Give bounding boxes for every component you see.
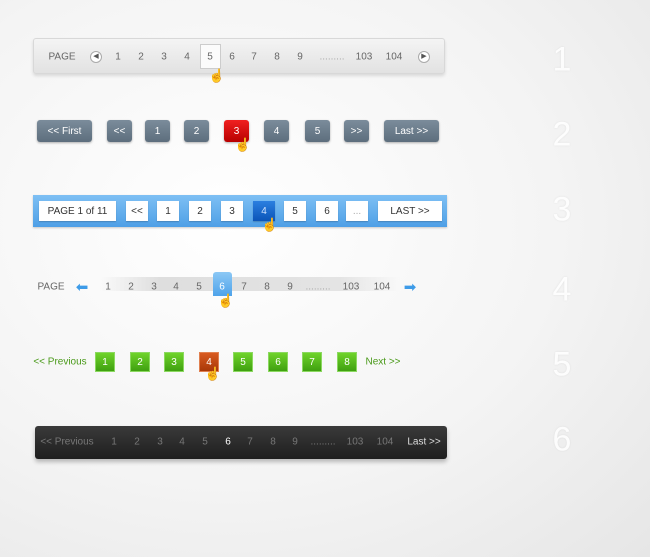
hand-cursor-icon: ☝	[204, 366, 222, 381]
page-link[interactable]: 8	[264, 282, 270, 293]
page-link[interactable]: 1	[115, 52, 121, 63]
page-link[interactable]: 2	[128, 282, 134, 293]
circle-left-arrow-icon[interactable]: ◀	[90, 51, 102, 63]
hand-cursor-icon: ☝	[261, 217, 279, 232]
blue-left-arrow-icon[interactable]: ⬅	[76, 278, 89, 296]
page-link[interactable]: .........	[319, 52, 344, 63]
page-link[interactable]: 9	[292, 437, 298, 448]
page-button[interactable]: 5	[233, 352, 253, 372]
page-button[interactable]: 6	[316, 201, 338, 221]
hand-cursor-icon: ☝	[208, 68, 226, 83]
circle-right-arrow-icon[interactable]: ▶	[418, 51, 430, 63]
page-link[interactable]: 2	[138, 52, 144, 63]
hand-cursor-icon: ☝	[234, 137, 252, 152]
style-number-label: 3	[552, 190, 572, 229]
page-link[interactable]: 5	[207, 52, 213, 63]
page-link[interactable]: 6	[219, 282, 225, 293]
page-link[interactable]: 3	[157, 437, 163, 448]
page-link[interactable]: 3	[161, 52, 167, 63]
page-button[interactable]: 2	[184, 120, 209, 142]
page-button[interactable]: Last >>	[384, 120, 439, 142]
page-link[interactable]: 9	[297, 52, 303, 63]
page-button[interactable]: 1	[157, 201, 179, 221]
page-link[interactable]: 104	[374, 282, 391, 293]
page-button[interactable]: 8	[337, 352, 357, 372]
page-button[interactable]: >>	[344, 120, 369, 142]
page-link[interactable]: 1	[105, 282, 111, 293]
page-link[interactable]: 5	[196, 282, 202, 293]
page-button[interactable]: 5	[284, 201, 306, 221]
page-link[interactable]: 104	[386, 52, 403, 63]
page-link[interactable]: 6	[229, 52, 235, 63]
page-link[interactable]: 7	[247, 437, 253, 448]
page-button[interactable]: 2	[189, 201, 211, 221]
page-link[interactable]: .........	[305, 282, 330, 293]
page-link[interactable]: 4	[184, 52, 190, 63]
page-link[interactable]: 2	[134, 437, 140, 448]
page-button[interactable]: << First	[37, 120, 92, 142]
page-link[interactable]: 104	[377, 437, 394, 448]
page-link[interactable]: 1	[111, 437, 117, 448]
page-button[interactable]: PAGE 1 of 11	[39, 201, 116, 221]
page-button[interactable]: 3	[164, 352, 184, 372]
page-link[interactable]: 103	[356, 52, 373, 63]
style-number-label: 5	[552, 345, 572, 384]
previous-link[interactable]: << Previous	[40, 437, 93, 448]
page-button[interactable]: 3	[221, 201, 243, 221]
last-link[interactable]: Last >>	[407, 437, 440, 448]
page-button[interactable]: 1	[95, 352, 115, 372]
blue-right-arrow-icon[interactable]: ➡	[404, 278, 417, 296]
page-link[interactable]: 8	[274, 52, 280, 63]
page-link[interactable]: 103	[343, 282, 360, 293]
page-link[interactable]: 8	[270, 437, 276, 448]
page-link[interactable]: 4	[173, 282, 179, 293]
page-button[interactable]: 4	[264, 120, 289, 142]
page-button[interactable]: 7	[302, 352, 322, 372]
page-link[interactable]: 4	[179, 437, 185, 448]
style-number-label: 4	[552, 270, 572, 309]
page-link[interactable]: 6	[225, 437, 231, 448]
page-button[interactable]: 6	[268, 352, 288, 372]
style-number-label: 6	[552, 420, 572, 459]
style-number-label: 2	[552, 115, 572, 154]
page-button[interactable]: LAST >>	[378, 201, 442, 221]
previous-link[interactable]: << Previous	[33, 357, 86, 368]
page-link[interactable]: 3	[151, 282, 157, 293]
page-button[interactable]: <<	[126, 201, 148, 221]
page-label: PAGE	[48, 51, 76, 63]
style-number-label: 1	[552, 40, 572, 79]
page-link[interactable]: 7	[241, 282, 247, 293]
next-link[interactable]: Next >>	[365, 357, 400, 368]
page-link[interactable]: 7	[251, 52, 257, 63]
page-link[interactable]: 9	[287, 282, 293, 293]
page-button[interactable]: 1	[145, 120, 170, 142]
page-button[interactable]: 2	[130, 352, 150, 372]
page-button[interactable]: ...	[346, 201, 368, 221]
page-link[interactable]: 5	[202, 437, 208, 448]
page-link[interactable]: 103	[347, 437, 364, 448]
page-button[interactable]: 5	[305, 120, 330, 142]
hand-cursor-icon: ☝	[217, 293, 235, 308]
page-button[interactable]: <<	[107, 120, 132, 142]
page-label: PAGE	[37, 281, 65, 293]
page-link[interactable]: .........	[310, 437, 335, 448]
